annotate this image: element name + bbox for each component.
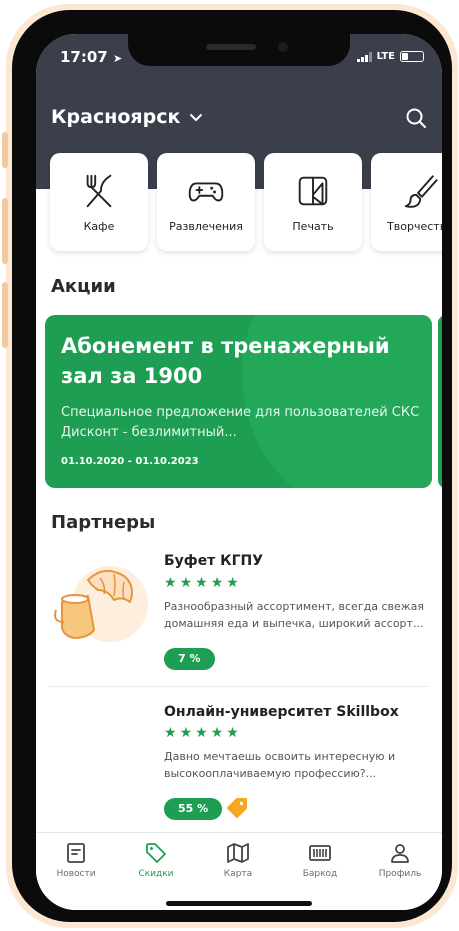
tab-map[interactable]: Карта xyxy=(198,841,278,879)
status-indicators: LTE xyxy=(356,51,424,62)
signal-icon xyxy=(356,51,372,62)
partner-description: Разнообразный ассортимент, всегда свежая… xyxy=(164,600,425,630)
star-icon: ★ xyxy=(195,725,208,741)
rating-stars: ★ ★ ★ ★ ★ xyxy=(164,726,239,740)
partner-item[interactable]: Онлайн-университет Skillbox ★ ★ ★ ★ ★ Давно … xyxy=(36,702,442,830)
star-icon: ★ xyxy=(195,575,208,591)
speaker-grille xyxy=(206,44,256,50)
fork-knife-icon xyxy=(86,174,112,207)
tab-barcode[interactable]: Баркод xyxy=(280,841,360,879)
tab-label: Профиль xyxy=(378,869,422,879)
location-arrow-icon: ➤ xyxy=(112,52,123,65)
status-time-text: 17:07 xyxy=(60,48,108,66)
star-icon: ★ xyxy=(179,725,193,741)
category-cafe[interactable]: Кафе xyxy=(50,153,148,251)
partner-description: Давно мечтаешь освоить интересную и высо… xyxy=(164,750,396,780)
star-icon: ★ xyxy=(210,725,224,741)
category-label: Творчество xyxy=(387,219,442,233)
discount-badge: 7 % xyxy=(164,648,215,670)
category-carousel[interactable]: Кафе Развлечения Печать Творчество xyxy=(50,153,442,251)
divider xyxy=(48,686,430,687)
partners-title: Партнеры xyxy=(51,512,156,533)
home-indicator xyxy=(166,901,312,906)
discount-badge: 55 % xyxy=(164,798,223,820)
search-icon[interactable] xyxy=(404,106,428,130)
side-button-mute xyxy=(2,132,8,168)
tab-label: Баркод xyxy=(302,869,338,879)
print-icon xyxy=(298,176,328,205)
promo-title: Абонемент в тренажерный зал за 1900 xyxy=(61,334,390,388)
city-name: Красноярск xyxy=(51,106,181,128)
coffee-croissant-logo xyxy=(54,566,148,642)
partner-item[interactable]: Буфет КГПУ ★ ★ ★ ★ ★ Разнообразный ассортиме… xyxy=(36,550,442,680)
price-tag-icon xyxy=(227,798,247,818)
promo-description: Специальное предложение для пользователе… xyxy=(61,405,420,440)
tab-discounts[interactable]: Скидки xyxy=(116,841,196,879)
battery-icon xyxy=(400,51,424,62)
side-button-volume-down xyxy=(2,282,8,348)
network-label: LTE xyxy=(376,51,395,62)
rating-stars: ★ ★ ★ ★ ★ xyxy=(164,576,239,590)
promo-dates: 01.10.2020 - 01.10.2023 xyxy=(61,456,199,467)
tab-bar: Новости Скидки Карта Баркод Профиль xyxy=(36,832,442,910)
category-print[interactable]: Печать xyxy=(264,153,362,251)
map-icon xyxy=(227,843,249,863)
tab-label: Скидки xyxy=(138,869,174,879)
city-selector[interactable]: Красноярск xyxy=(51,106,204,128)
notch xyxy=(128,34,350,66)
category-label: Развлечения xyxy=(169,219,243,233)
star-icon: ★ xyxy=(226,575,239,591)
profile-icon xyxy=(391,844,409,863)
promos-title: Акции xyxy=(51,276,116,297)
chevron-down-icon xyxy=(190,114,203,121)
category-creativity[interactable]: Творчество xyxy=(371,153,442,251)
tab-label: Новости xyxy=(56,869,96,879)
category-label: Кафе xyxy=(83,219,115,233)
star-icon: ★ xyxy=(164,725,177,741)
status-time: 17:07 ➤ xyxy=(60,48,122,66)
category-label: Печать xyxy=(292,219,334,233)
brush-icon xyxy=(404,174,438,208)
star-icon: ★ xyxy=(164,575,177,591)
tab-news[interactable]: Новости xyxy=(36,841,116,879)
partner-name: Буфет КГПУ xyxy=(164,553,264,569)
camera-icon xyxy=(278,42,288,52)
next-promo-card-peek[interactable] xyxy=(438,315,442,488)
star-icon: ★ xyxy=(179,575,193,591)
tab-profile[interactable]: Профиль xyxy=(360,841,440,879)
star-icon: ★ xyxy=(226,725,239,741)
partner-name: Онлайн-университет Skillbox xyxy=(164,704,399,720)
news-icon xyxy=(67,843,85,863)
category-entertainment[interactable]: Развлечения xyxy=(157,153,255,251)
gamepad-icon xyxy=(188,181,224,201)
discount-tag-icon xyxy=(146,843,166,863)
promo-card[interactable]: Абонемент в тренажерный зал за 1900 Спец… xyxy=(45,315,432,488)
app-screen: 17:07 ➤ LTE Красноярск Кафе Развлечения … xyxy=(36,34,442,910)
star-icon: ★ xyxy=(210,575,224,591)
tab-label: Карта xyxy=(223,869,253,879)
barcode-icon xyxy=(309,845,331,861)
side-button-volume-up xyxy=(2,198,8,264)
